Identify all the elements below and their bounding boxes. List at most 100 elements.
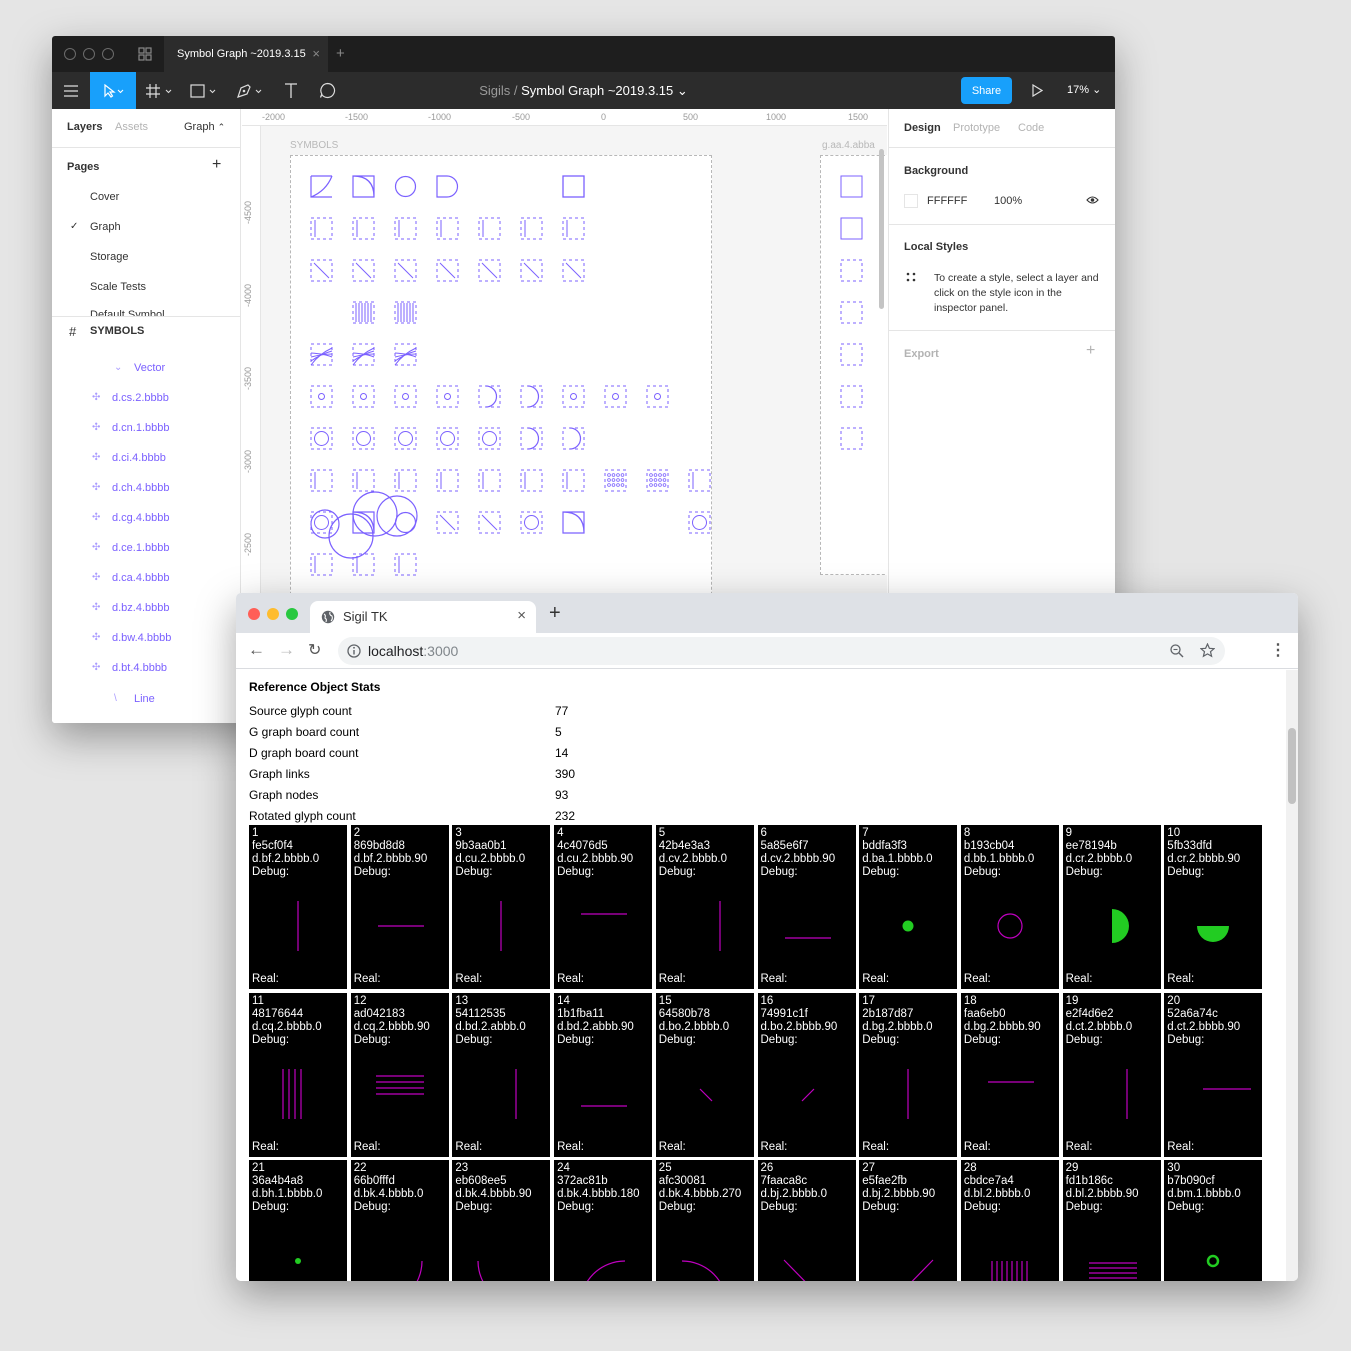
move-tool-button[interactable] (90, 72, 136, 109)
page-item-scale-tests[interactable]: Scale Tests (90, 281, 146, 293)
window-close-dot[interactable] (64, 48, 76, 60)
glyph-card[interactable]: 5 42b4e3a3 d.cv.2.bbbb.0 Debug: Real: (655, 825, 754, 989)
shape-tool-button[interactable] (188, 72, 222, 109)
glyph-card[interactable]: 11 48176644 d.cq.2.bbbb.0 Debug: Real: (249, 992, 347, 1157)
window-zoom-dot[interactable] (102, 48, 114, 60)
graph-board[interactable] (820, 155, 887, 575)
bookmark-star-icon[interactable] (1200, 643, 1215, 658)
tab-assets[interactable]: Assets (115, 121, 148, 133)
page-item-graph[interactable]: Graph (90, 221, 121, 233)
close-tab-icon[interactable]: × (517, 607, 526, 624)
glyph-card[interactable]: 6 5a85e6f7 d.cv.2.bbbb.90 Debug: Real: (757, 825, 856, 989)
breadcrumb-project[interactable]: Sigils (479, 83, 510, 98)
symbols-board[interactable] (290, 155, 712, 655)
glyph-card[interactable]: 23eb608ee5d.bk.4.bbbb.90Debug:Real: (452, 1160, 551, 1281)
layer-item[interactable]: ✣ d.cg.4.bbbb (92, 512, 170, 524)
chevron-down-icon[interactable]: ⌄ (677, 83, 688, 98)
browser-menu-icon[interactable]: ⋮ (1270, 640, 1286, 660)
glyph-card[interactable]: 17 2b187d87 d.bg.2.bbbb.0 Debug: Real: (859, 992, 958, 1157)
main-menu-icon[interactable] (60, 72, 82, 109)
canvas-scrollbar[interactable] (879, 149, 884, 309)
glyph-card[interactable]: 2266b0fffdd.bk.4.bbbb.0Debug:Real: (350, 1160, 449, 1281)
glyph-card[interactable]: 24372ac81bd.bk.4.bbbb.180Debug:Real: (554, 1160, 653, 1281)
figma-file-tab[interactable]: Symbol Graph ~2019.3.15 × (164, 36, 328, 72)
page-item-default-symbol[interactable]: Default Symbol (90, 309, 165, 316)
layer-item[interactable]: ✣ d.ch.4.bbbb (92, 482, 170, 494)
info-icon[interactable] (347, 644, 361, 658)
layer-item[interactable]: \ Line (114, 693, 155, 705)
glyph-card[interactable]: 19 e2f4d6e2 d.ct.2.bbbb.0 Debug: Real: (1062, 992, 1161, 1157)
text-tool-button[interactable] (280, 72, 302, 109)
glyph-card[interactable]: 14 1b1fba11 d.bd.2.abbb.90 Debug: Real: (554, 992, 653, 1157)
address-bar[interactable]: localhost:3000 (338, 637, 1225, 665)
page-item-storage[interactable]: Storage (90, 251, 129, 263)
tab-design[interactable]: Design (904, 122, 941, 134)
page-item-cover[interactable]: Cover (90, 191, 119, 203)
add-page-button[interactable]: + (212, 156, 221, 174)
glyph-card[interactable]: 9 ee78194b d.cr.2.bbbb.0 Debug: Real: (1062, 825, 1161, 989)
layer-item[interactable]: ✣ d.bw.4.bbbb (92, 632, 171, 644)
tab-code[interactable]: Code (1018, 122, 1044, 134)
comment-tool-button[interactable] (316, 72, 338, 109)
layer-item[interactable]: ⌄ Vector (114, 362, 165, 374)
glyph-card[interactable]: 16 74991c1f d.bo.2.bbbb.90 Debug: Real: (757, 992, 856, 1157)
glyph-card[interactable]: 267faaca8cd.bj.2.bbbb.0Debug:Real: (757, 1160, 856, 1281)
back-button[interactable]: ← (248, 640, 265, 660)
page-scrollbar-thumb[interactable] (1288, 728, 1296, 804)
window-minimize-button[interactable] (267, 608, 279, 620)
glyph-card[interactable]: 4 4c4076d5 d.cu.2.bbbb.90 Debug: Real: (554, 825, 653, 989)
glyph-card[interactable]: 8 b193cb04 d.bb.1.bbbb.0 Debug: Real: (960, 825, 1059, 989)
present-button[interactable] (1027, 72, 1047, 109)
board2-label[interactable]: g.aa.4.abba (822, 140, 875, 151)
glyph-card[interactable]: 2136a4b4a8d.bh.1.bbbb.0Debug:Real: (249, 1160, 347, 1281)
glyph-card[interactable]: 7 bddfa3f3 d.ba.1.bbbb.0 Debug: Real: (859, 825, 958, 989)
glyph-card[interactable]: 27e5fae2fbd.bj.2.bbbb.90Debug:Real: (859, 1160, 958, 1281)
glyph-card[interactable]: 20 52a6a74c d.ct.2.bbbb.90 Debug: Real: (1164, 992, 1263, 1157)
glyph-card[interactable]: 2 869bd8d8 d.bf.2.bbbb.90 Debug: Real: (350, 825, 449, 989)
pen-tool-button[interactable] (234, 72, 268, 109)
file-browser-icon[interactable] (138, 47, 152, 61)
browser-tab[interactable]: Sigil TK × (310, 601, 536, 633)
forward-button[interactable]: → (278, 640, 295, 660)
page-scrollbar[interactable] (1286, 670, 1298, 1281)
add-export-button[interactable]: + (1086, 342, 1095, 360)
glyph-card[interactable]: 13 54112535 d.bd.2.abbb.0 Debug: Real: (452, 992, 551, 1157)
layer-item[interactable]: ✣ d.cs.2.bbbb (92, 392, 169, 404)
glyph-card[interactable]: 1 fe5cf0f4 d.bf.2.bbbb.0 Debug: Real: (249, 825, 347, 989)
tab-prototype[interactable]: Prototype (953, 122, 1000, 134)
background-hex-input[interactable]: FFFFFF (927, 195, 967, 207)
zoom-magnifier-icon[interactable] (1170, 644, 1184, 658)
board-label[interactable]: SYMBOLS (290, 140, 338, 151)
share-button[interactable]: Share (961, 77, 1012, 104)
layer-item[interactable]: ✣ d.ca.4.bbbb (92, 572, 170, 584)
glyph-card[interactable]: 25afc30081d.bk.4.bbbb.270Debug:Real: (655, 1160, 754, 1281)
background-swatch[interactable] (904, 194, 918, 208)
eye-icon[interactable] (1086, 195, 1099, 205)
page-switcher[interactable]: Graph ⌃ (184, 121, 225, 133)
layer-item[interactable]: ✣ d.cn.1.bbbb (92, 422, 170, 434)
glyph-card[interactable]: 12 ad042183 d.cq.2.bbbb.90 Debug: Real: (350, 992, 449, 1157)
reload-button[interactable]: ↻ (308, 640, 321, 660)
zoom-dropdown[interactable]: 17% ⌄ (1067, 72, 1101, 109)
layer-item[interactable]: ✣ d.ci.4.bbbb (92, 452, 166, 464)
background-opacity-input[interactable]: 100% (994, 195, 1022, 207)
glyph-card[interactable]: 15 64580b78 d.bo.2.bbbb.0 Debug: Real: (655, 992, 754, 1157)
layer-item[interactable]: ✣ d.bz.4.bbbb (92, 602, 170, 614)
window-zoom-button[interactable] (286, 608, 298, 620)
breadcrumb-file[interactable]: Symbol Graph ~2019.3.15 (521, 83, 673, 98)
glyph-card[interactable]: 28cbdce7a4d.bl.2.bbbb.0Debug:Real: (960, 1160, 1059, 1281)
tab-layers[interactable]: Layers (67, 121, 102, 133)
glyph-card[interactable]: 3 9b3aa0b1 d.cu.2.bbbb.0 Debug: Real: (452, 825, 551, 989)
glyph-card[interactable]: 30b7b090cfd.bm.1.bbbb.0Debug:Real: (1164, 1160, 1263, 1281)
close-tab-icon[interactable]: × (312, 36, 320, 72)
window-close-button[interactable] (248, 608, 260, 620)
layer-item[interactable]: ✣ d.bt.4.bbbb (92, 662, 167, 674)
glyph-card[interactable]: 10 5fb33dfd d.cr.2.bbbb.90 Debug: Real: (1164, 825, 1263, 989)
new-tab-button[interactable]: + (336, 36, 345, 72)
layer-item[interactable]: ✣ d.ce.1.bbbb (92, 542, 170, 554)
new-tab-button[interactable]: + (549, 602, 561, 625)
window-minimize-dot[interactable] (83, 48, 95, 60)
glyph-card[interactable]: 18 faa6eb0 d.bg.2.bbbb.90 Debug: Real: (960, 992, 1059, 1157)
symbols-frame-layer[interactable]: SYMBOLS (90, 325, 144, 337)
frame-tool-button[interactable] (144, 72, 178, 109)
